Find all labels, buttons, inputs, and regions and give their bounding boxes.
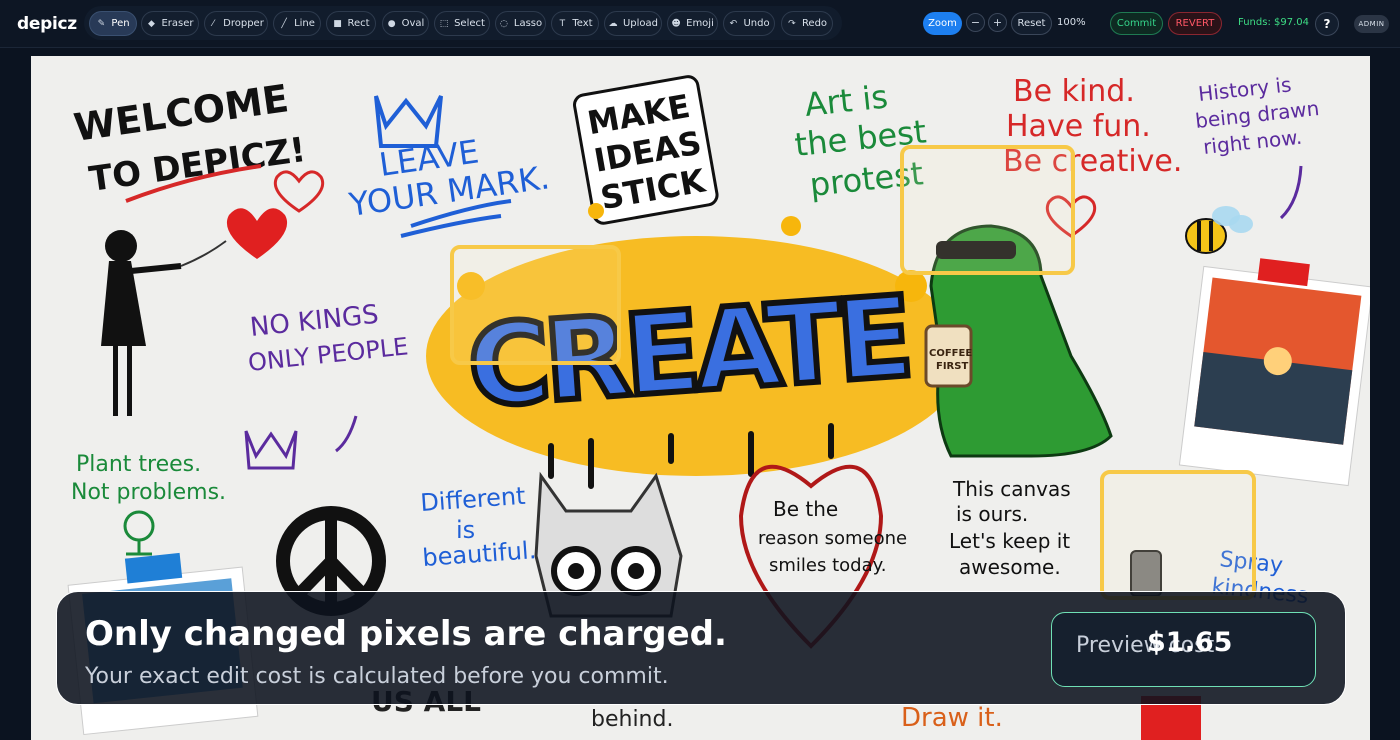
revert-button[interactable]: REVERT	[1168, 12, 1222, 35]
pen-icon: ✎	[97, 18, 106, 29]
tool-pen-button[interactable]: ✎ Pen	[89, 11, 137, 36]
redo-icon: ↷	[788, 18, 796, 29]
banner-title: Only changed pixels are charged.	[85, 614, 727, 654]
commit-button[interactable]: Commit	[1110, 12, 1163, 35]
emoji-icon: ☻	[671, 18, 681, 29]
tool-text-button[interactable]: T Text	[551, 11, 599, 36]
make-ideas-stick-sticker: MAKE IDEAS STICK	[573, 75, 719, 225]
preview-cost-value: $1.65	[1147, 627, 1233, 658]
tool-eraser-button[interactable]: ◆ Eraser	[141, 11, 199, 36]
reason-text-3: smiles today.	[769, 555, 886, 576]
coffee-text-1: COFFEE	[929, 348, 972, 359]
funds-balance: Funds: $97.04	[1238, 17, 1309, 28]
rect-icon: ■	[333, 18, 342, 29]
tool-label: Pen	[111, 18, 130, 29]
tool-lasso-button[interactable]: ◌ Lasso	[495, 11, 546, 36]
lasso-icon: ◌	[499, 18, 508, 29]
app-logo: depicz	[17, 14, 77, 34]
pricing-banner: Only changed pixels are charged. Your ex…	[56, 591, 1346, 705]
changed-region-highlight	[450, 245, 621, 365]
tool-label: Undo	[743, 18, 770, 29]
kind-text-1: Be kind.	[1013, 74, 1135, 109]
zoom-in-button[interactable]: +	[988, 13, 1007, 32]
tool-redo-button[interactable]: ↷ Redo	[781, 11, 833, 36]
tool-label: Eraser	[161, 18, 194, 29]
plant-text-2: Not problems.	[71, 480, 226, 505]
tool-undo-button[interactable]: ↶ Undo	[723, 11, 775, 36]
tool-label: Dropper	[223, 18, 264, 29]
reason-text-1: Be the	[773, 497, 838, 521]
leave-something-text: behind.	[591, 707, 673, 732]
reason-text-2: reason someone	[758, 528, 907, 549]
banner-subtitle: Your exact edit cost is calculated befor…	[85, 664, 669, 689]
tool-label: Line	[294, 18, 315, 29]
dropper-icon: ⁄	[212, 18, 214, 29]
tool-upload-button[interactable]: ☁ Upload	[604, 11, 662, 36]
preview-cost-box: Preview cost $1.65	[1051, 612, 1316, 687]
canvas-text-4: awesome.	[959, 555, 1061, 579]
tool-oval-button[interactable]: ● Oval	[382, 11, 429, 36]
changed-region-highlight	[900, 145, 1075, 275]
oval-icon: ●	[387, 18, 396, 29]
tool-label: Upload	[622, 18, 659, 29]
tool-rect-button[interactable]: ■ Rect	[326, 11, 376, 36]
reset-zoom-button[interactable]: Reset	[1011, 12, 1052, 35]
admin-badge[interactable]: ADMIN	[1354, 15, 1389, 33]
zoom-button[interactable]: Zoom	[923, 12, 962, 35]
canvas-text-1: This canvas	[952, 477, 1071, 501]
zoom-out-button[interactable]: −	[966, 13, 985, 32]
tool-label: Oval	[401, 18, 425, 29]
tool-select-button[interactable]: ⬚ Select	[434, 11, 490, 36]
eraser-icon: ◆	[148, 18, 155, 29]
tool-label: Lasso	[513, 18, 543, 29]
help-button[interactable]: ?	[1315, 12, 1339, 36]
select-icon: ⬚	[439, 18, 449, 29]
zoom-level: 100%	[1057, 17, 1086, 28]
tool-dropper-button[interactable]: ⁄ Dropper	[204, 11, 268, 36]
tool-line-button[interactable]: ╱ Line	[273, 11, 321, 36]
line-icon: ╱	[281, 18, 287, 29]
tool-label: Emoji	[686, 18, 714, 29]
canvas-text-2: is ours.	[956, 502, 1028, 526]
tool-label: Text	[572, 18, 593, 29]
canvas-text-3: Let's keep it	[949, 529, 1070, 553]
text-icon: T	[559, 18, 566, 29]
tool-emoji-button[interactable]: ☻ Emoji	[667, 11, 718, 36]
tool-label: Redo	[801, 18, 828, 29]
coffee-text-2: FIRST	[936, 361, 968, 372]
upload-icon: ☁	[608, 18, 618, 29]
future-text: Draw it.	[901, 703, 1003, 733]
tool-label: Rect	[347, 18, 370, 29]
changed-region-highlight	[1100, 470, 1256, 600]
plant-text-1: Plant trees.	[76, 452, 201, 477]
sunset-photo	[1178, 258, 1370, 487]
undo-icon: ↶	[729, 18, 738, 29]
top-toolbar: depicz ✎ Pen ◆ Eraser ⁄ Dropper ╱ Line ■ Rect ● Ova…	[0, 0, 1400, 48]
tool-label: Select	[454, 18, 485, 29]
kind-text-2: Have fun.	[1006, 109, 1151, 144]
